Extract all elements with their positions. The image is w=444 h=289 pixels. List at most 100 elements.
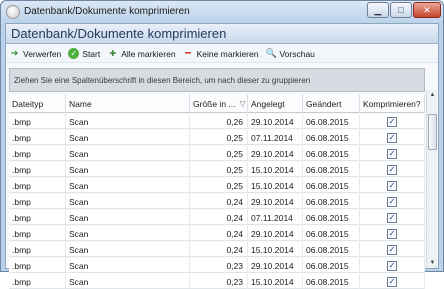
cell-size: 0,23 bbox=[190, 274, 248, 289]
cell-changed: 06.08.2015 bbox=[303, 210, 360, 225]
vertical-scrollbar[interactable]: ▲ ▼ bbox=[426, 90, 437, 268]
app-window: Datenbank/Dokumente komprimieren ▁ □ ✕ D… bbox=[0, 0, 444, 289]
cell-created: 29.10.2014 bbox=[248, 226, 303, 241]
start-icon: ✓ bbox=[68, 48, 80, 59]
table-row[interactable]: .bmp Scan 0,23 15.10.2014 06.08.2015 ✓ bbox=[9, 274, 425, 289]
start-button[interactable]: ✓ Start bbox=[68, 48, 100, 59]
table-row[interactable]: .bmp Scan 0,25 15.10.2014 06.08.2015 ✓ bbox=[9, 178, 425, 193]
column-header-changed[interactable]: Geändert bbox=[303, 94, 360, 113]
table-row[interactable]: .bmp Scan 0,23 29.10.2014 06.08.2015 ✓ bbox=[9, 258, 425, 273]
close-button[interactable]: ✕ bbox=[413, 2, 441, 18]
cell-created: 29.10.2014 bbox=[248, 114, 303, 129]
cell-changed: 06.08.2015 bbox=[303, 130, 360, 145]
table-row[interactable]: .bmp Scan 0,25 07.11.2014 06.08.2015 ✓ bbox=[9, 130, 425, 145]
cell-changed: 06.08.2015 bbox=[303, 146, 360, 161]
group-by-panel[interactable]: Ziehen Sie eine Spaltenüberschrift in di… bbox=[9, 68, 425, 92]
preview-icon: 🔍 bbox=[265, 48, 277, 58]
compress-checkbox[interactable]: ✓ bbox=[387, 164, 397, 175]
compress-checkbox[interactable]: ✓ bbox=[387, 196, 397, 207]
select-all-icon: ✚ bbox=[109, 49, 117, 58]
table-row[interactable]: .bmp Scan 0,24 07.11.2014 06.08.2015 ✓ bbox=[9, 210, 425, 225]
compress-checkbox[interactable]: ✓ bbox=[387, 132, 397, 143]
cell-created: 15.10.2014 bbox=[248, 242, 303, 257]
cell-name: Scan bbox=[66, 210, 190, 225]
compress-checkbox[interactable]: ✓ bbox=[387, 116, 397, 127]
select-all-button[interactable]: ✚ Alle markieren bbox=[107, 48, 175, 59]
table-row[interactable]: .bmp Scan 0,25 29.10.2014 06.08.2015 ✓ bbox=[9, 146, 425, 161]
cell-type: .bmp bbox=[9, 210, 66, 225]
cell-size: 0,25 bbox=[190, 146, 248, 161]
title-bar[interactable]: Datenbank/Dokumente komprimieren ▁ □ ✕ bbox=[1, 1, 443, 23]
cell-compress: ✓ bbox=[360, 130, 425, 145]
cell-created: 29.10.2014 bbox=[248, 258, 303, 273]
toolbar: ➔ Verwerfen ✓ Start ✚ Alle markieren ━ K… bbox=[6, 45, 438, 63]
table-row[interactable]: .bmp Scan 0,24 29.10.2014 06.08.2015 ✓ bbox=[9, 226, 425, 241]
scroll-up-arrow-icon[interactable]: ▲ bbox=[427, 90, 438, 100]
header-band: Datenbank/Dokumente komprimieren bbox=[6, 24, 438, 44]
compress-checkbox[interactable]: ✓ bbox=[387, 276, 397, 287]
select-none-label: Keine markieren bbox=[196, 48, 259, 59]
resize-grip-icon[interactable]: ⋰ bbox=[433, 261, 442, 270]
column-header-size[interactable]: Größe in ... ▽ bbox=[190, 94, 248, 113]
cell-name: Scan bbox=[66, 114, 190, 129]
page-title: Datenbank/Dokumente komprimieren bbox=[11, 26, 227, 41]
cell-size: 0,24 bbox=[190, 242, 248, 257]
cell-created: 29.10.2014 bbox=[248, 194, 303, 209]
scroll-thumb[interactable] bbox=[428, 114, 437, 150]
discard-icon: ➔ bbox=[10, 48, 19, 58]
cell-name: Scan bbox=[66, 194, 190, 209]
discard-button[interactable]: ➔ Verwerfen bbox=[9, 48, 62, 59]
cell-created: 15.10.2014 bbox=[248, 162, 303, 177]
cell-compress: ✓ bbox=[360, 114, 425, 129]
table-row[interactable]: .bmp Scan 0,24 15.10.2014 06.08.2015 ✓ bbox=[9, 242, 425, 257]
window-title: Datenbank/Dokumente komprimieren bbox=[24, 6, 190, 17]
sort-descending-icon: ▽ bbox=[239, 99, 246, 108]
cell-created: 07.11.2014 bbox=[248, 130, 303, 145]
cell-compress: ✓ bbox=[360, 162, 425, 177]
column-header-created[interactable]: Angelegt bbox=[248, 94, 303, 113]
cell-created: 15.10.2014 bbox=[248, 274, 303, 289]
cell-changed: 06.08.2015 bbox=[303, 114, 360, 129]
cell-type: .bmp bbox=[9, 258, 66, 273]
select-none-button[interactable]: ━ Keine markieren bbox=[183, 48, 259, 59]
cell-type: .bmp bbox=[9, 226, 66, 241]
cell-size: 0,26 bbox=[190, 114, 248, 129]
maximize-button[interactable]: □ bbox=[390, 2, 412, 18]
cell-name: Scan bbox=[66, 162, 190, 177]
minimize-button[interactable]: ▁ bbox=[367, 2, 389, 18]
app-orb-icon[interactable] bbox=[6, 5, 20, 19]
table-row[interactable]: .bmp Scan 0,26 29.10.2014 06.08.2015 ✓ bbox=[9, 114, 425, 129]
cell-name: Scan bbox=[66, 130, 190, 145]
preview-button[interactable]: 🔍 Vorschau bbox=[265, 48, 314, 59]
cell-compress: ✓ bbox=[360, 178, 425, 193]
cell-compress: ✓ bbox=[360, 226, 425, 241]
grid-header: Dateityp Name Größe in ... ▽ Angelegt Geä… bbox=[9, 94, 425, 113]
column-header-compress[interactable]: Komprimieren? bbox=[360, 94, 425, 113]
cell-type: .bmp bbox=[9, 146, 66, 161]
cell-type: .bmp bbox=[9, 274, 66, 289]
select-none-icon: ━ bbox=[185, 48, 191, 58]
table-row[interactable]: .bmp Scan 0,24 29.10.2014 06.08.2015 ✓ bbox=[9, 194, 425, 209]
cell-created: 29.10.2014 bbox=[248, 146, 303, 161]
column-header-type[interactable]: Dateityp bbox=[9, 94, 66, 113]
cell-size: 0,25 bbox=[190, 178, 248, 193]
cell-type: .bmp bbox=[9, 194, 66, 209]
compress-checkbox[interactable]: ✓ bbox=[387, 228, 397, 239]
cell-compress: ✓ bbox=[360, 194, 425, 209]
cell-type: .bmp bbox=[9, 242, 66, 257]
close-icon: ✕ bbox=[423, 4, 431, 15]
compress-checkbox[interactable]: ✓ bbox=[387, 180, 397, 191]
cell-type: .bmp bbox=[9, 162, 66, 177]
cell-compress: ✓ bbox=[360, 258, 425, 273]
cell-size: 0,23 bbox=[190, 258, 248, 273]
compress-checkbox[interactable]: ✓ bbox=[387, 212, 397, 223]
cell-size: 0,24 bbox=[190, 194, 248, 209]
cell-compress: ✓ bbox=[360, 274, 425, 289]
preview-label: Vorschau bbox=[279, 48, 315, 59]
compress-checkbox[interactable]: ✓ bbox=[387, 244, 397, 255]
table-row[interactable]: .bmp Scan 0,25 15.10.2014 06.08.2015 ✓ bbox=[9, 162, 425, 177]
compress-checkbox[interactable]: ✓ bbox=[387, 260, 397, 271]
cell-type: .bmp bbox=[9, 178, 66, 193]
column-header-name[interactable]: Name bbox=[66, 94, 190, 113]
compress-checkbox[interactable]: ✓ bbox=[387, 148, 397, 159]
